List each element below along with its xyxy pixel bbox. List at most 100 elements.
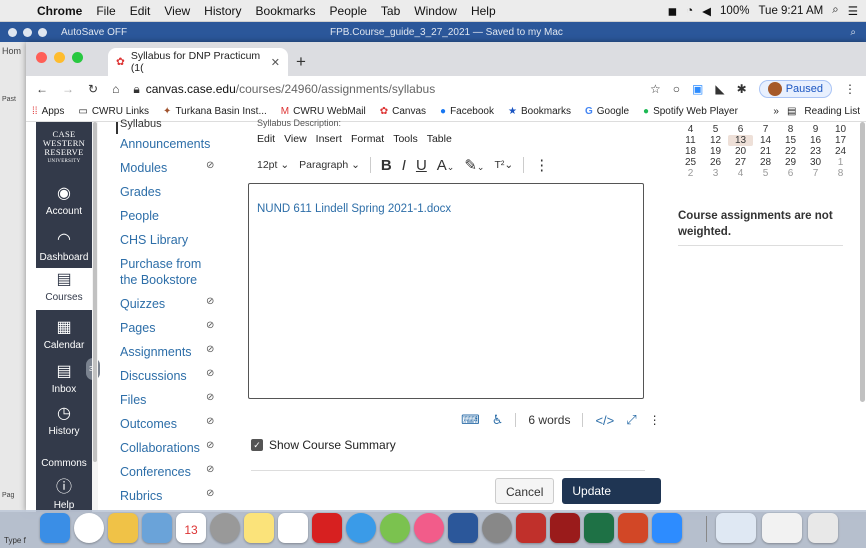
show-summary-row[interactable]: ✓ Show Course Summary — [251, 438, 396, 452]
calendar-day[interactable]: 7 — [753, 124, 778, 135]
calendar-day[interactable]: 12 — [703, 135, 728, 146]
menu-tab[interactable]: Tab — [374, 4, 407, 18]
chrome-icon[interactable] — [74, 513, 104, 543]
nav-help[interactable]: ⓘ Help — [36, 478, 92, 511]
cwru-logo[interactable]: CASE WESTERN RESERVE UNIVERSITY — [38, 130, 90, 166]
calendar-day[interactable]: 25 — [678, 157, 703, 168]
menu-history[interactable]: History — [197, 4, 248, 18]
course-nav-grades[interactable]: Grades — [120, 184, 161, 200]
calendar-day[interactable]: 24 — [828, 146, 853, 157]
calendar-day[interactable]: 5 — [703, 124, 728, 135]
forward-icon[interactable]: → — [62, 82, 74, 96]
underline-icon[interactable]: U — [416, 157, 427, 174]
calendar-day[interactable]: 14 — [753, 135, 778, 146]
word-count[interactable]: 6 words — [528, 413, 570, 427]
calendar-day[interactable]: 1 — [828, 157, 853, 168]
resize-handle-icon[interactable]: ⋮ — [649, 413, 661, 427]
nav-courses[interactable]: ▤ Courses — [36, 268, 92, 310]
calendar-day[interactable]: 16 — [803, 135, 828, 146]
font-size-select[interactable]: 12pt ⌄ — [257, 159, 289, 171]
course-nav-people[interactable]: People — [120, 208, 159, 224]
course-nav-conferences[interactable]: Conferences — [120, 464, 191, 480]
nav-commons[interactable]: Commons — [36, 458, 92, 469]
bookmark-google[interactable]: G Google — [585, 106, 629, 117]
music-icon[interactable] — [414, 513, 444, 543]
calendar-day[interactable]: 6 — [728, 124, 753, 135]
course-nav-files[interactable]: Files — [120, 392, 146, 408]
app-green-icon[interactable] — [380, 513, 410, 543]
bookmark-star-icon[interactable]: ☆ — [650, 82, 661, 96]
menu-bookmarks[interactable]: Bookmarks — [249, 4, 323, 18]
reload-icon[interactable]: ↻ — [88, 82, 98, 96]
calendar-day[interactable]: 8 — [778, 124, 803, 135]
notes-stickies-icon[interactable] — [108, 513, 138, 543]
editor-menu-view[interactable]: View — [284, 133, 307, 145]
reading-list[interactable]: » ▤ Reading List — [773, 106, 860, 117]
extension-circle-icon[interactable]: ○ — [673, 82, 680, 96]
menu-view[interactable]: View — [157, 4, 197, 18]
notes-icon[interactable] — [244, 513, 274, 543]
syllabus-file-link[interactable]: NUND 611 Lindell Spring 2021-1.docx — [257, 203, 451, 215]
nav-dashboard[interactable]: ◠ Dashboard — [36, 230, 92, 263]
calendar-day[interactable]: 2 — [678, 168, 703, 179]
new-tab-icon[interactable]: + — [296, 52, 306, 72]
autosave-label[interactable]: AutoSave OFF — [61, 27, 127, 38]
more-bookmarks-icon[interactable]: » — [773, 106, 779, 117]
calendar-day[interactable]: 29 — [778, 157, 803, 168]
calendar-day[interactable]: 30 — [803, 157, 828, 168]
wifi-icon[interactable]: ◔ — [686, 5, 693, 17]
bookmark-canvas[interactable]: ✿ Canvas — [380, 106, 426, 117]
calendar-day[interactable]: 20 — [728, 146, 753, 157]
control-center-icon[interactable]: ☰ — [848, 4, 858, 18]
calendar-day[interactable]: 22 — [778, 146, 803, 157]
course-nav-pages[interactable]: Pages — [120, 320, 155, 336]
course-nav-syllabus-cut[interactable]: Syllabus — [120, 116, 162, 132]
fullscreen-icon[interactable]: ⤢ — [626, 412, 636, 428]
cancel-button[interactable]: Cancel — [495, 478, 555, 504]
superscript-icon[interactable]: T²⌄ — [494, 159, 513, 171]
course-nav-outcomes[interactable]: Outcomes — [120, 416, 177, 432]
minimized-window-icon[interactable] — [762, 513, 802, 543]
show-summary-checkbox[interactable]: ✓ — [251, 439, 263, 451]
course-nav-assignments[interactable]: Assignments — [120, 344, 192, 360]
browser-tab-syllabus[interactable]: ✿ Syllabus for DNP Practicum (1( ✕ — [108, 48, 288, 76]
nav-scrollbar[interactable] — [92, 122, 98, 512]
minimized-window-icon[interactable] — [716, 513, 756, 543]
course-nav-announcements[interactable]: Announcements — [120, 136, 210, 152]
extension-shoe-icon[interactable]: ◣ — [715, 82, 724, 96]
text-color-icon[interactable]: A⌄ — [437, 157, 455, 174]
calendar-day[interactable]: 27 — [728, 157, 753, 168]
block-format-select[interactable]: Paragraph ⌄ — [299, 159, 360, 171]
italic-icon[interactable]: I — [402, 157, 406, 174]
system-preferences-icon[interactable] — [482, 513, 512, 543]
editor-menu-table[interactable]: Table — [427, 133, 452, 145]
bookmark-apps[interactable]: ⁞⁞ Apps — [32, 106, 64, 117]
volume-icon[interactable]: ◀ — [702, 4, 711, 18]
course-nav-chs-library[interactable]: CHS Library — [120, 232, 188, 248]
editor-menu-edit[interactable]: Edit — [257, 133, 275, 145]
close-window-icon[interactable] — [36, 52, 47, 63]
bookmark-bookmarks[interactable]: ★ Bookmarks — [508, 106, 571, 117]
editor-menu-format[interactable]: Format — [351, 133, 384, 145]
calendar-day[interactable]: 11 — [678, 135, 703, 146]
reminders-icon[interactable] — [278, 513, 308, 543]
editor-menu-tools[interactable]: Tools — [393, 133, 418, 145]
acrobat-icon[interactable] — [312, 513, 342, 543]
trash-icon[interactable] — [808, 513, 838, 543]
bookmark-turkana[interactable]: ✦ Turkana Basin Inst... — [163, 106, 267, 117]
calendar-day[interactable]: 19 — [703, 146, 728, 157]
calendar-day[interactable]: 13 — [728, 135, 753, 146]
chrome-menu-icon[interactable]: ⋮ — [844, 82, 856, 96]
preview-icon[interactable] — [142, 513, 172, 543]
more-tools-icon[interactable]: ⋮ — [534, 156, 549, 174]
acrobat-reader-icon[interactable] — [550, 513, 580, 543]
menu-window[interactable]: Window — [407, 4, 464, 18]
course-nav-discussions[interactable]: Discussions — [120, 368, 187, 384]
calendar-day[interactable]: 23 — [803, 146, 828, 157]
bookmark-spotify[interactable]: ● Spotify Web Player — [643, 106, 738, 117]
profile-paused-button[interactable]: Paused — [758, 80, 832, 98]
calendar-app-icon[interactable]: 13 — [176, 513, 206, 543]
launchpad-icon[interactable] — [210, 513, 240, 543]
zoom-app-icon[interactable] — [652, 513, 682, 543]
word-home-tab[interactable]: Hom — [2, 46, 21, 56]
